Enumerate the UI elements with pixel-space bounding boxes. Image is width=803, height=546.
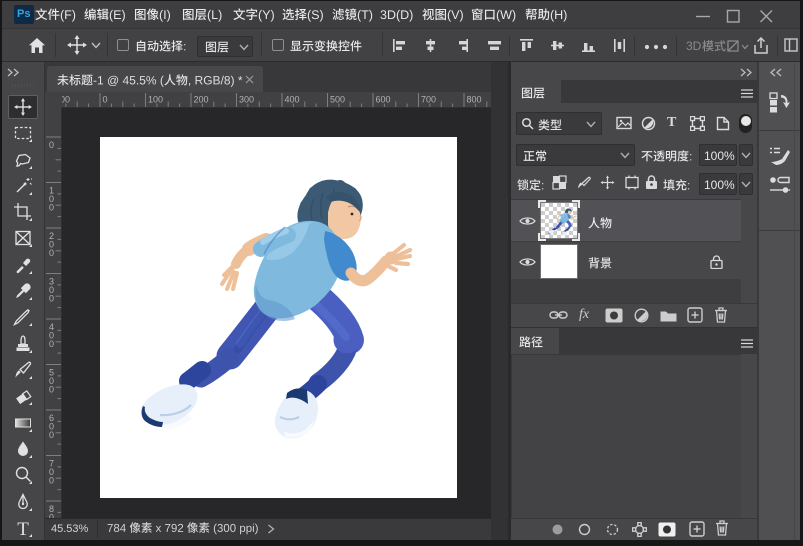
- svg-text:300: 300: [239, 95, 254, 105]
- svg-text:800: 800: [467, 95, 482, 105]
- svg-text:fx: fx: [579, 307, 590, 322]
- svg-text:0: 0: [49, 339, 54, 349]
- svg-text:0: 0: [49, 203, 54, 213]
- svg-text:0: 0: [49, 140, 54, 150]
- svg-text:-100: -100: [62, 95, 70, 105]
- svg-text:100: 100: [148, 95, 163, 105]
- svg-text:T: T: [17, 519, 29, 538]
- svg-text:600: 600: [376, 95, 391, 105]
- svg-text:0: 0: [49, 430, 54, 440]
- svg-text:700: 700: [421, 95, 436, 105]
- svg-text:0: 0: [49, 248, 54, 258]
- svg-text:0: 0: [49, 294, 54, 304]
- svg-text:0: 0: [49, 476, 54, 486]
- svg-text:0: 0: [103, 95, 108, 105]
- svg-text:400: 400: [285, 95, 300, 105]
- svg-text:500: 500: [330, 95, 345, 105]
- svg-text:200: 200: [194, 95, 209, 105]
- svg-text:0: 0: [49, 385, 54, 395]
